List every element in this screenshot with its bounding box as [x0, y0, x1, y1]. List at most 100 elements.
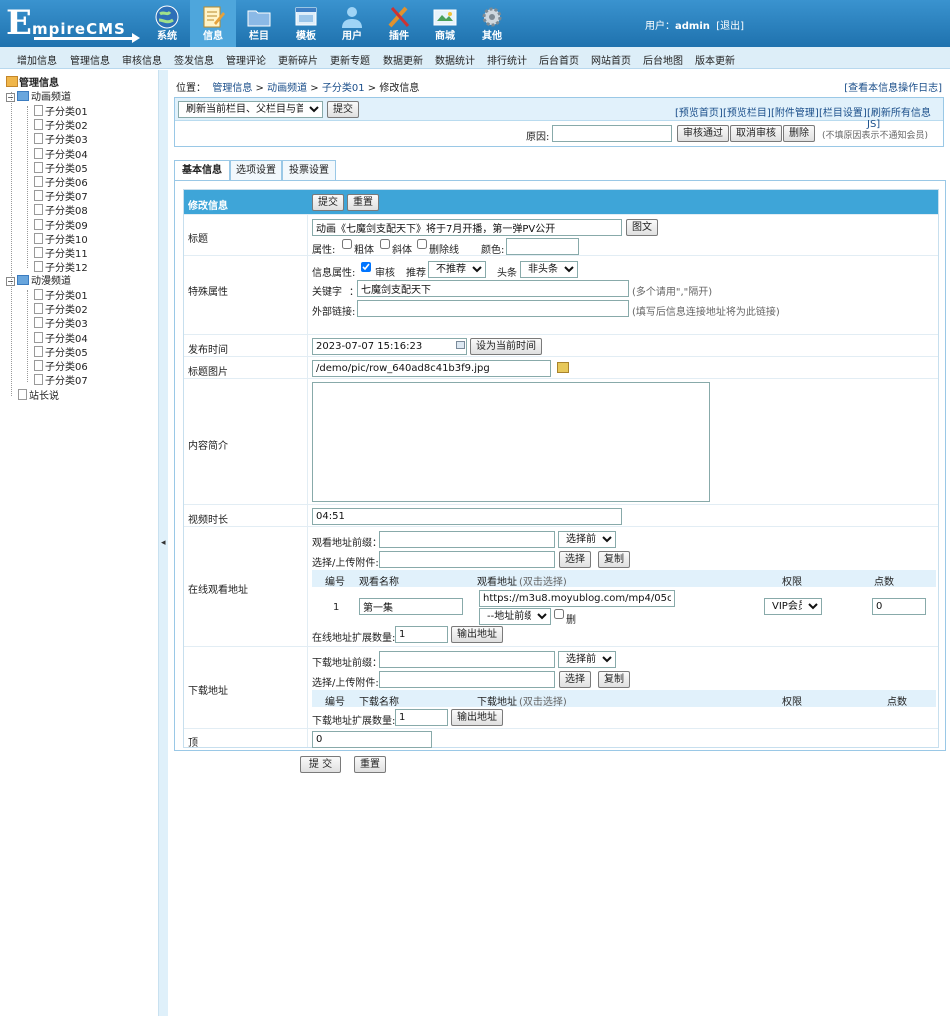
dl-output-button[interactable]: 输出地址 — [451, 709, 503, 726]
tree-item-subcategory[interactable]: 子分类06 — [34, 176, 88, 190]
collapse-icon[interactable]: − — [6, 93, 15, 102]
top-input[interactable] — [312, 731, 432, 748]
tree-item-subcategory[interactable]: 子分类03 — [34, 317, 88, 331]
menu-manage-info[interactable]: 管理信息 — [70, 52, 110, 67]
menu-version-update[interactable]: 版本更新 — [695, 52, 735, 67]
bottom-reset-button[interactable]: 重置 — [354, 756, 386, 773]
tree-item-subcategory[interactable]: 子分类01 — [34, 289, 88, 303]
dl-prefix-input[interactable] — [379, 651, 555, 668]
menu-update-topics[interactable]: 更新专题 — [330, 52, 370, 67]
collapse-icon[interactable]: − — [6, 277, 15, 286]
dl-expand-input[interactable] — [395, 709, 448, 726]
tab-basic-info[interactable]: 基本信息 — [174, 160, 230, 181]
attachment-manage-link[interactable]: [附件管理] — [771, 104, 819, 119]
refresh-submit-button[interactable]: 提交 — [327, 101, 359, 118]
image-select-icon[interactable] — [557, 362, 569, 373]
delete-episode-checkbox[interactable] — [554, 609, 564, 619]
bold-checkbox[interactable] — [342, 239, 352, 249]
tuwen-button[interactable]: 图文 — [626, 219, 658, 236]
dl-choose-button[interactable]: 选择 — [559, 671, 591, 688]
collapse-arrow-icon[interactable]: ◂ — [161, 538, 166, 548]
menu-update-fragments[interactable]: 更新碎片 — [278, 52, 318, 67]
nav-info[interactable]: 信息 — [190, 0, 236, 47]
nav-plugin[interactable]: 插件 — [376, 0, 422, 47]
tree-item-subcategory[interactable]: 子分类04 — [34, 331, 88, 346]
keyword-input[interactable] — [357, 280, 629, 297]
tree-channel-1[interactable]: − 动画频道 — [6, 91, 71, 105]
set-now-button[interactable]: 设为当前时间 — [470, 338, 542, 355]
reason-input[interactable] — [552, 125, 672, 142]
nav-other[interactable]: 其他 — [469, 0, 515, 47]
pubtime-input[interactable] — [312, 338, 467, 355]
menu-sign-info[interactable]: 签发信息 — [174, 52, 214, 67]
online-expand-input[interactable] — [395, 626, 448, 643]
color-input[interactable] — [506, 238, 579, 255]
form-submit-button[interactable]: 提交 — [312, 194, 344, 211]
menu-rank-stats[interactable]: 排行统计 — [487, 52, 527, 67]
nav-column[interactable]: 栏目 — [236, 0, 282, 47]
dl-copy-button[interactable]: 复制 — [598, 671, 630, 688]
watch-prefix-select[interactable]: 选择前缀 — [558, 531, 616, 548]
tree-item-subcategory[interactable]: 子分类07 — [34, 190, 88, 204]
title-input[interactable] — [312, 219, 622, 236]
tab-options[interactable]: 选项设置 — [230, 160, 282, 180]
intro-textarea[interactable] — [312, 382, 710, 502]
audit-checkbox[interactable] — [361, 262, 371, 272]
logout-link[interactable]: [退出] — [716, 21, 744, 32]
column-settings-link[interactable]: [栏目设置] — [819, 104, 867, 119]
tree-item-subcategory[interactable]: 子分类02 — [34, 119, 88, 133]
tree-item-subcategory[interactable]: 子分类07 — [34, 374, 88, 388]
refresh-all-js-link[interactable]: [刷新所有信息JS] — [867, 104, 943, 130]
strike-checkbox[interactable] — [417, 239, 427, 249]
tree-item-subcategory[interactable]: 子分类02 — [34, 303, 88, 317]
tree-channel-2[interactable]: − 动漫频道 — [6, 275, 71, 289]
upload-input[interactable] — [379, 551, 555, 568]
menu-data-stats[interactable]: 数据统计 — [435, 52, 475, 67]
tree-item-subcategory[interactable]: 子分类05 — [34, 345, 88, 360]
recommend-select[interactable]: 不推荐 — [428, 261, 486, 278]
duration-input[interactable] — [312, 508, 622, 525]
delete-button[interactable]: 删除 — [783, 125, 815, 142]
tree-item-subcategory[interactable]: 子分类05 — [34, 161, 88, 176]
watch-prefix-input[interactable] — [379, 531, 555, 548]
menu-admin-map[interactable]: 后台地图 — [643, 52, 683, 67]
points-input[interactable] — [872, 598, 926, 615]
form-reset-button[interactable]: 重置 — [347, 194, 379, 211]
nav-shop[interactable]: 商城 — [422, 0, 468, 47]
addr-prefix-select[interactable]: --地址前缀-- — [479, 608, 551, 625]
tree-root[interactable]: 管理信息 — [6, 76, 59, 90]
preview-column-link[interactable]: [预览栏目] — [723, 104, 771, 119]
approve-button[interactable]: 审核通过 — [677, 125, 729, 142]
breadcrumb-subcategory[interactable]: 子分类01 — [322, 83, 365, 94]
menu-manage-comments[interactable]: 管理评论 — [226, 52, 266, 67]
menu-add-info[interactable]: 增加信息 — [17, 52, 57, 67]
cancel-approve-button[interactable]: 取消审核 — [730, 125, 782, 142]
preview-home-link[interactable]: [预览首页] — [675, 104, 723, 119]
refresh-select[interactable]: 刷新当前栏目、父栏目与首页 — [178, 101, 323, 118]
titlepic-input[interactable] — [312, 360, 551, 377]
calendar-icon[interactable] — [456, 341, 465, 349]
tree-item-subcategory[interactable]: 子分类06 — [34, 360, 88, 374]
menu-audit-info[interactable]: 审核信息 — [122, 52, 162, 67]
bottom-submit-button[interactable]: 提 交 — [300, 756, 341, 773]
tab-vote[interactable]: 投票设置 — [282, 160, 336, 180]
breadcrumb-channel[interactable]: 动画频道 — [267, 83, 307, 94]
tree-item-subcategory[interactable]: 子分类04 — [34, 147, 88, 162]
copy-button[interactable]: 复制 — [598, 551, 630, 568]
nav-template[interactable]: 模板 — [283, 0, 329, 47]
tree-item-subcategory[interactable]: 子分类08 — [34, 204, 88, 218]
tree-item-subcategory[interactable]: 子分类09 — [34, 218, 88, 233]
sidebar-splitter[interactable]: ◂ — [158, 70, 168, 1016]
tree-item-subcategory[interactable]: 子分类10 — [34, 232, 88, 247]
episode-url-input[interactable] — [479, 590, 675, 607]
choose-button[interactable]: 选择 — [559, 551, 591, 568]
tree-item-subcategory[interactable]: 子分类11 — [34, 247, 88, 261]
online-output-button[interactable]: 输出地址 — [451, 626, 503, 643]
menu-admin-home[interactable]: 后台首页 — [539, 52, 579, 67]
dl-prefix-select[interactable]: 选择前缀 — [558, 651, 616, 668]
italic-checkbox[interactable] — [380, 239, 390, 249]
nav-system[interactable]: 系统 — [144, 0, 190, 47]
nav-user[interactable]: 用户 — [329, 0, 375, 47]
tree-item-zhanzhang[interactable]: 站长说 — [18, 389, 59, 403]
tree-item-subcategory[interactable]: 子分类12 — [34, 261, 88, 275]
